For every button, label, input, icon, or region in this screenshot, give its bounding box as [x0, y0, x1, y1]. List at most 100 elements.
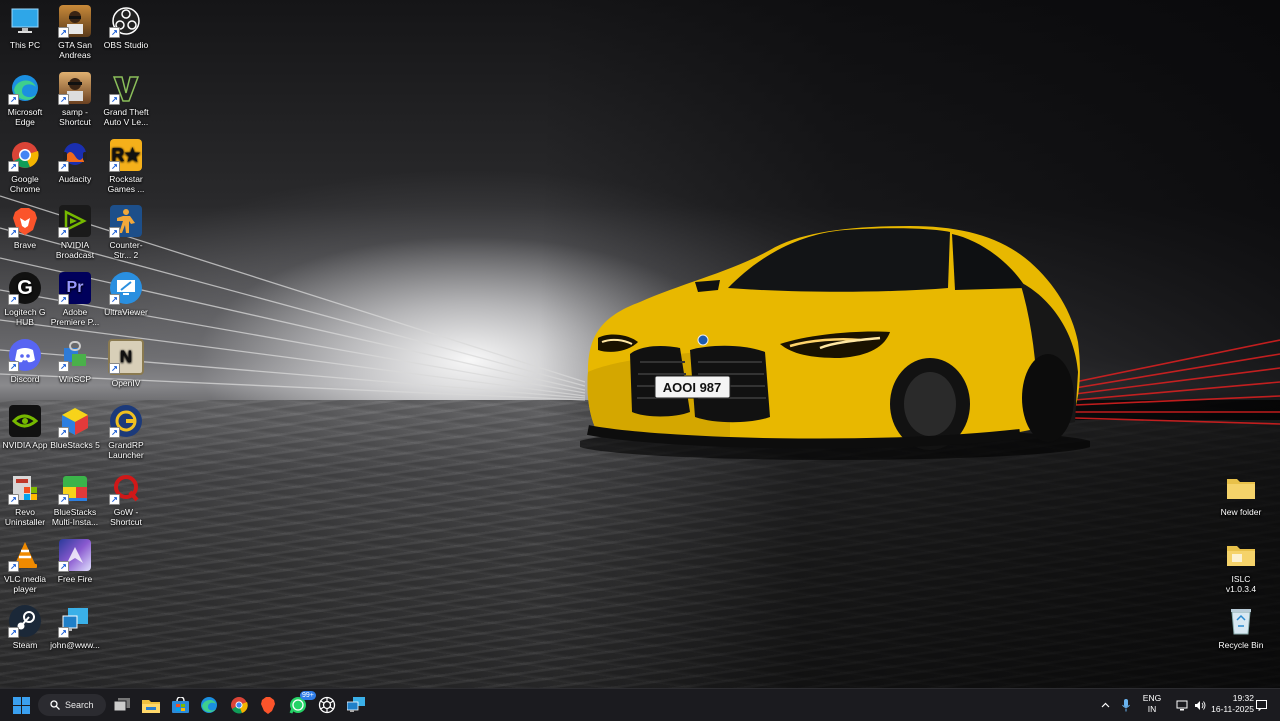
quick-settings-button[interactable]: [1168, 689, 1214, 721]
desktop-icon-audacity[interactable]: ↗ Audacity: [50, 139, 100, 184]
remote-session-icon: ↗: [58, 605, 91, 638]
desktop-icon-label: Logitech G HUB: [4, 307, 46, 327]
taskbar-clock[interactable]: 19:32 16-11-2025: [1211, 693, 1254, 715]
notification-center-button[interactable]: [1254, 689, 1268, 721]
desktop-icon-steam[interactable]: ↗ Steam: [0, 605, 50, 650]
brave-taskbar-button[interactable]: [256, 693, 280, 717]
desktop-icon-label: VLC media player: [3, 574, 47, 594]
premiere-icon: Pr ↗: [58, 272, 91, 305]
search-label: Search: [65, 700, 94, 710]
desktop-icon-label: Discord: [10, 374, 40, 384]
taskbar-search[interactable]: Search: [38, 694, 106, 716]
desktop-icon-gta-san-andreas[interactable]: ↗ GTA San Andreas: [50, 5, 100, 60]
brave-icon: ↗: [8, 205, 41, 238]
desktop-icon-label: BlueStacks 5: [50, 440, 100, 450]
desktop-icon-this-pc[interactable]: This PC: [0, 5, 50, 50]
task-view-button[interactable]: [110, 693, 134, 717]
desktop-icon-obs-studio[interactable]: ↗ OBS Studio: [101, 5, 151, 50]
desktop-icon-vlc[interactable]: ↗ VLC media player: [0, 539, 50, 594]
desktop-icon-microsoft-edge[interactable]: ↗ Microsoft Edge: [0, 72, 50, 127]
desktop-icon-ultraviewer[interactable]: ↗ UltraViewer: [101, 272, 151, 317]
desktop-icon-label: Adobe Premiere P...: [50, 307, 100, 327]
desktop-icon-rockstar-games[interactable]: R★ ↗ Rockstar Games ...: [101, 139, 151, 194]
desktop-icon-label: NVIDIA Broadcast: [55, 240, 95, 260]
desktop-icon-label: Steam: [12, 640, 38, 650]
gta-sa-icon: ↗: [58, 5, 91, 38]
desktop-icon-logitech-g-hub[interactable]: G ↗ Logitech G HUB: [0, 272, 50, 327]
winscp-icon: ↗: [58, 339, 91, 372]
chatgpt-taskbar-button[interactable]: [315, 693, 339, 717]
bluestacks-icon: ↗: [58, 405, 91, 438]
monitor-icon: [9, 5, 41, 37]
audacity-icon: ↗: [58, 139, 91, 172]
desktop-icon-label: GTA San Andreas: [58, 40, 92, 60]
gta-v-icon: ↗: [109, 72, 142, 105]
desktop-icon-nvidia-broadcast[interactable]: ↗ NVIDIA Broadcast: [50, 205, 100, 260]
microphone-status[interactable]: [1119, 689, 1133, 721]
desktop-icon-recycle-bin[interactable]: Recycle Bin: [1216, 605, 1266, 650]
taskbar: Search 99+ ENG IN 19:32 16-11-2025: [0, 688, 1280, 721]
desktop-icon-label: GrandRP Launcher: [108, 440, 144, 460]
desktop-icon-label: Revo Uninstaller: [4, 507, 46, 527]
bluestacks-multi-icon: ↗: [58, 472, 91, 505]
file-explorer-button[interactable]: [139, 693, 163, 717]
desktop-icon-label: Rockstar Games ...: [107, 174, 145, 194]
start-icon: [12, 696, 30, 714]
desktop-icon-gow[interactable]: ↗ GoW - Shortcut: [101, 472, 151, 527]
desktop-icon-label: OpenIV: [111, 378, 141, 388]
samp-icon: ↗: [58, 72, 91, 105]
show-hidden-icons-button[interactable]: [1098, 689, 1112, 721]
desktop-icon-label: Free Fire: [57, 574, 93, 584]
start-button[interactable]: [9, 693, 33, 717]
input-language-indicator[interactable]: ENG IN: [1141, 693, 1163, 715]
desktop-icon-gta-v[interactable]: ↗ Grand Theft Auto V Le...: [101, 72, 151, 127]
desktop-icon-free-fire[interactable]: ↗ Free Fire: [50, 539, 100, 584]
store-icon: [171, 697, 189, 713]
gow-icon: ↗: [109, 472, 142, 505]
desktop-icon-adobe-premiere[interactable]: Pr ↗ Adobe Premiere P...: [50, 272, 100, 327]
edge-icon: ↗: [8, 72, 41, 105]
desktop-icon-google-chrome[interactable]: ↗ Google Chrome: [0, 139, 50, 194]
brave-icon: [261, 697, 275, 714]
desktop-wallpaper: AOOI 987: [0, 0, 1280, 688]
desktop-icon-label: samp - Shortcut: [59, 107, 91, 127]
store-button[interactable]: [168, 693, 192, 717]
license-plate-text: AOOI 987: [663, 380, 722, 395]
desktop-icon-brave[interactable]: ↗ Brave: [0, 205, 50, 250]
whatsapp-taskbar-button[interactable]: 99+: [286, 691, 316, 717]
desktop-icon-grandrp-launcher[interactable]: ↗ GrandRP Launcher: [101, 405, 151, 460]
notification-bell-icon: [1255, 699, 1267, 711]
desktop-icon-bluestacks-5[interactable]: ↗ BlueStacks 5: [50, 405, 100, 450]
chrome-taskbar-button[interactable]: [227, 693, 251, 717]
file-explorer-icon: [142, 699, 160, 713]
desktop-icon-openiv[interactable]: N ↗ OpenIV: [101, 339, 151, 388]
edge-taskbar-button[interactable]: [197, 693, 221, 717]
desktop-icon-label: john@www...: [50, 640, 100, 650]
desktop-icon-samp[interactable]: ↗ samp - Shortcut: [50, 72, 100, 127]
desktop-icon-label: Counter-Str... 2: [109, 240, 143, 260]
desktop-icon-label: GoW - Shortcut: [110, 507, 142, 527]
desktop-icon-nvidia-app[interactable]: NVIDIA App: [0, 405, 50, 450]
desktop-icon-counter-strike[interactable]: ↗ Counter-Str... 2: [101, 205, 151, 260]
openiv-icon: N ↗: [108, 339, 144, 375]
chrome-icon: [231, 697, 248, 714]
desktop-icon-label: This PC: [9, 40, 41, 50]
folder-icon: [1225, 472, 1257, 504]
network-app-taskbar-button[interactable]: [344, 693, 368, 717]
desktop-icon-label: BlueStacks Multi-Insta...: [51, 507, 99, 527]
desktop-icon-islc[interactable]: ISLC v1.0.3.4: [1216, 539, 1266, 594]
desktop-icon-label: NVIDIA App: [2, 440, 48, 450]
desktop-icon-remote-session[interactable]: ↗ john@www...: [50, 605, 100, 650]
desktop-icon-new-folder[interactable]: New folder: [1216, 472, 1266, 517]
nvidia-icon: [9, 405, 41, 437]
chrome-icon: ↗: [8, 139, 41, 172]
desktop-icon-label: Google Chrome: [9, 174, 41, 194]
ultraviewer-icon: ↗: [109, 272, 142, 305]
desktop-icon-discord[interactable]: ↗ Discord: [0, 339, 50, 384]
desktop-icon-revo-uninstaller[interactable]: ↗ Revo Uninstaller: [0, 472, 50, 527]
clock-time: 19:32: [1232, 693, 1254, 703]
chevron-up-icon: [1101, 702, 1109, 708]
desktop-icon-winscp[interactable]: ↗ WinSCP: [50, 339, 100, 384]
rockstar-icon: R★ ↗: [109, 139, 142, 172]
desktop-icon-bluestacks-multi[interactable]: ↗ BlueStacks Multi-Insta...: [50, 472, 100, 527]
